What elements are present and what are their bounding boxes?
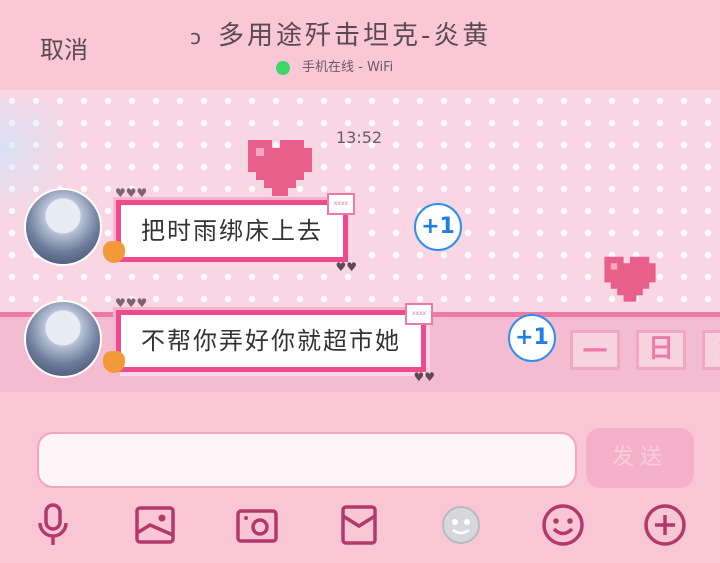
bubble-tag-icon: xxxx bbox=[405, 303, 433, 325]
avatar[interactable] bbox=[24, 188, 102, 266]
maximize-icon: 日 bbox=[636, 330, 686, 370]
avatar[interactable] bbox=[24, 300, 102, 378]
message-timestamp: 13:52 bbox=[336, 128, 383, 147]
composer-bar: 发送 bbox=[0, 392, 720, 563]
status-text: 手机在线 - WiFi bbox=[302, 60, 394, 75]
pixel-heart-icon bbox=[248, 140, 312, 196]
send-button[interactable]: 发送 bbox=[586, 428, 694, 488]
chat-title-text: 多用途歼击坦克-炎黄 bbox=[218, 21, 492, 51]
chat-area[interactable]: — 日 × 13:52 ♥♥♥ 把时雨绑床上去 xxxx ♥♥ +1 ♥♥♥ 不… bbox=[0, 90, 720, 392]
image-icon[interactable] bbox=[130, 500, 180, 550]
message-text: 把时雨绑床上去 bbox=[141, 217, 323, 245]
mini-hearts-icon: ♥♥♥ bbox=[115, 186, 148, 200]
online-dot-icon bbox=[276, 60, 290, 75]
plus-one-button[interactable]: +1 bbox=[508, 314, 556, 362]
fox-sticker-icon bbox=[103, 241, 125, 263]
mini-hearts-icon: ♥♥♥ bbox=[115, 296, 148, 310]
header-bar: 取消 ↄ 多用途歼击坦克-炎黄 手机在线 - WiFi bbox=[0, 0, 720, 90]
mini-hearts-icon: ♥♥ bbox=[413, 370, 435, 384]
bubble-tag-icon: xxxx bbox=[327, 193, 355, 215]
pixel-heart-icon bbox=[604, 256, 656, 302]
emoji-icon[interactable] bbox=[538, 500, 588, 550]
cancel-button[interactable]: 取消 bbox=[40, 30, 88, 65]
microphone-icon[interactable] bbox=[28, 500, 78, 550]
chat-title[interactable]: ↄ 多用途歼击坦克-炎黄 bbox=[190, 15, 491, 52]
online-status[interactable]: 手机在线 - WiFi bbox=[276, 56, 393, 75]
message-bubble[interactable]: ♥♥♥ 不帮你弄好你就超市她 xxxx ♥♥ bbox=[103, 297, 435, 383]
close-icon: × bbox=[702, 330, 720, 370]
fox-sticker-icon bbox=[103, 351, 125, 373]
plus-one-button[interactable]: +1 bbox=[414, 203, 462, 251]
message-text: 不帮你弄好你就超市她 bbox=[141, 327, 401, 355]
ear-icon: ↄ bbox=[190, 25, 204, 49]
red-packet-icon[interactable] bbox=[334, 500, 384, 550]
message-input[interactable] bbox=[37, 432, 577, 488]
toolbar bbox=[0, 500, 720, 550]
mini-hearts-icon: ♥♥ bbox=[335, 260, 357, 274]
sticker-icon[interactable] bbox=[436, 500, 486, 550]
camera-icon[interactable] bbox=[232, 500, 282, 550]
message-bubble[interactable]: ♥♥♥ 把时雨绑床上去 xxxx ♥♥ bbox=[103, 187, 357, 273]
minimize-icon: — bbox=[570, 330, 620, 370]
plus-icon[interactable] bbox=[640, 500, 690, 550]
